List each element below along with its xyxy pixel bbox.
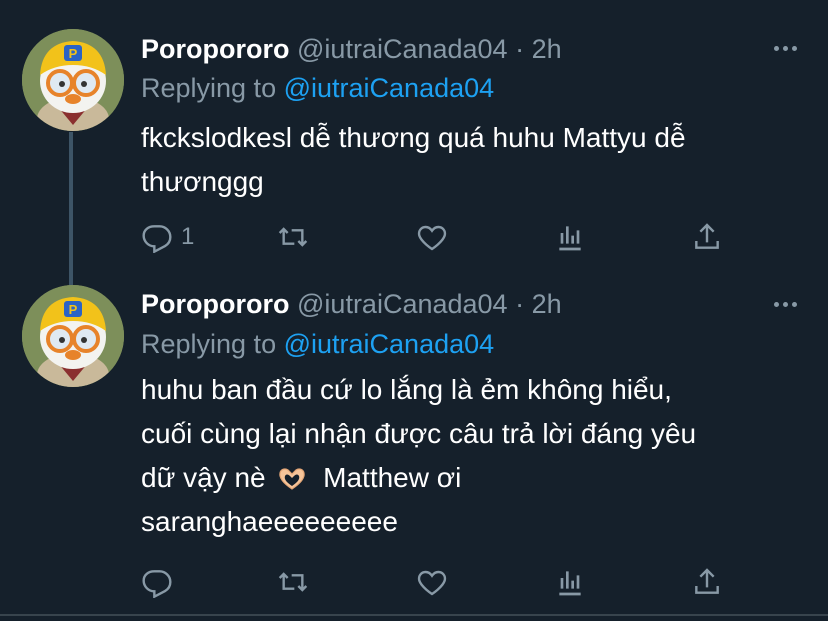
share-button[interactable] [691, 564, 723, 600]
heart-icon [417, 225, 447, 251]
tweet-text-segment: Matthew ơi [323, 462, 462, 493]
reply-button[interactable] [141, 564, 181, 600]
more-icon[interactable] [774, 299, 798, 309]
replying-to-mention[interactable]: @iutraiCanada04 [284, 73, 495, 103]
reply-button[interactable]: 1 [141, 219, 194, 255]
display-name[interactable]: Poropororo [141, 34, 290, 64]
separator-dot: · [515, 34, 525, 64]
separator-dot: · [515, 289, 525, 319]
analytics-button[interactable] [554, 564, 586, 600]
avatar[interactable]: P [22, 29, 124, 131]
display-name[interactable]: Poropororo [141, 289, 290, 319]
share-icon [695, 223, 719, 249]
tweet-header: Poropororo @iutraiCanada04 · 2h [141, 288, 562, 320]
retweet-icon [278, 572, 308, 592]
replying-to-label: Replying to [141, 73, 277, 103]
timestamp[interactable]: 2h [532, 34, 562, 64]
tweet-actions [141, 564, 741, 600]
more-icon[interactable] [774, 43, 798, 53]
user-handle[interactable]: @iutraiCanada04 [297, 34, 508, 64]
tweet-text: fkckslodkesl dễ thương quá huhu Mattyu d… [141, 116, 801, 204]
tweet-actions: 1 [141, 219, 741, 255]
like-button[interactable] [416, 564, 448, 600]
tweet-divider [0, 614, 828, 616]
tweet[interactable]: P Poropororo @iutraiCanada04 · 2h Replyi… [0, 270, 828, 615]
tweet-text-segment: dữ vậy nè [141, 462, 266, 493]
heart-icon [417, 570, 447, 596]
avatar-image: P [22, 29, 124, 131]
analytics-icon [559, 571, 581, 596]
user-handle[interactable]: @iutraiCanada04 [297, 289, 508, 319]
timestamp[interactable]: 2h [532, 289, 562, 319]
share-icon [695, 568, 719, 594]
tweet-header: Poropororo @iutraiCanada04 · 2h [141, 33, 562, 65]
retweet-button[interactable] [277, 219, 309, 255]
reply-icon [142, 225, 172, 253]
tweet-text-line: saranghaeeeeeeeee [141, 506, 398, 537]
tweet-text-line: cuối cùng lại nhận được câu trả lời đáng… [141, 418, 697, 449]
tweet[interactable]: P Poropororo @iutraiCanada04 · 2h Replyi… [0, 0, 828, 270]
avatar[interactable]: P [22, 285, 124, 387]
replying-to: Replying to @iutraiCanada04 [141, 72, 494, 104]
reply-count: 1 [181, 223, 195, 250]
replying-to-mention[interactable]: @iutraiCanada04 [284, 329, 495, 359]
share-button[interactable] [691, 219, 723, 255]
retweet-icon [278, 227, 308, 247]
svg-text:P: P [69, 302, 78, 317]
svg-text:P: P [69, 46, 78, 61]
like-button[interactable] [416, 219, 448, 255]
heart-hands-emoji [279, 468, 306, 490]
reply-icon [142, 570, 172, 598]
tweet-text-line: thươnggg [141, 166, 264, 197]
replying-to: Replying to @iutraiCanada04 [141, 328, 494, 360]
retweet-button[interactable] [277, 564, 309, 600]
tweet-text-line: dữ vậy nè Matthew ơi [141, 456, 801, 500]
tweet-text: huhu ban đầu cứ lo lắng là ẻm không hiểu… [141, 368, 801, 544]
tweet-text-line: huhu ban đầu cứ lo lắng là ẻm không hiểu… [141, 374, 672, 405]
replying-to-label: Replying to [141, 329, 277, 359]
avatar-image: P [22, 285, 124, 387]
tweet-text-line: fkckslodkesl dễ thương quá huhu Mattyu d… [141, 122, 686, 153]
analytics-button[interactable] [554, 219, 586, 255]
analytics-icon [559, 226, 581, 251]
